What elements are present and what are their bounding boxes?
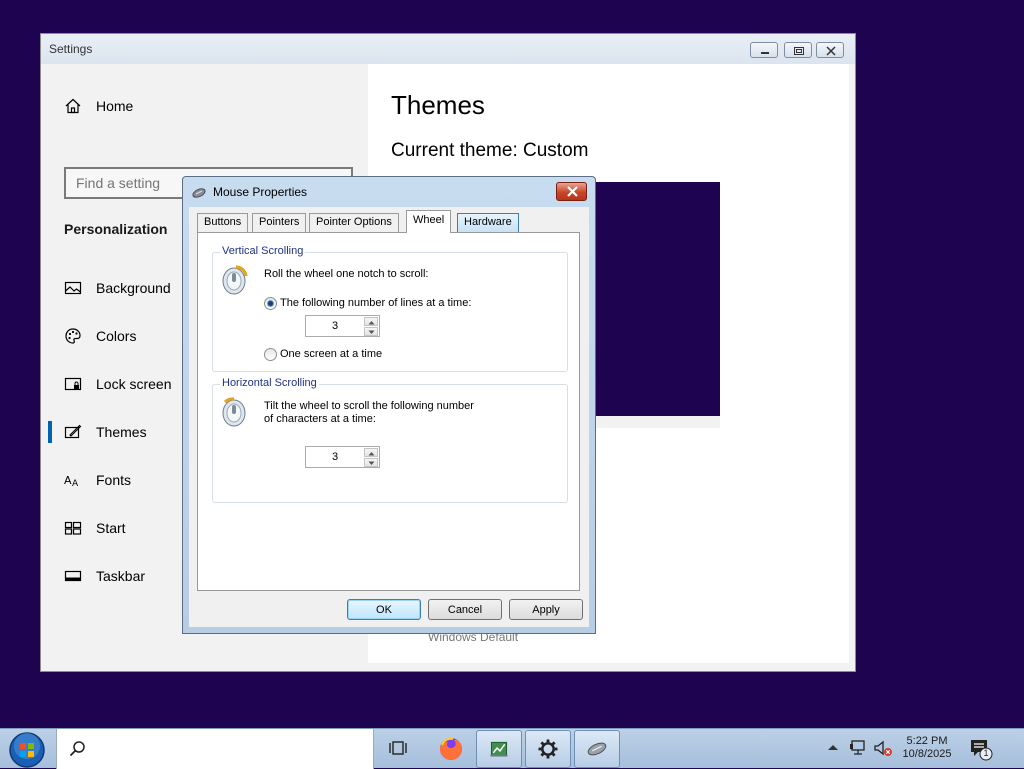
chevron-down-icon: [368, 330, 375, 334]
chars-input[interactable]: [306, 450, 364, 464]
mouse-properties-taskbar-icon[interactable]: [574, 730, 620, 768]
chart-app-icon[interactable]: [476, 730, 522, 768]
vertical-scrolling-group: Vertical Scrolling Roll the wheel one no…: [212, 245, 568, 372]
lock-screen-icon: [64, 377, 82, 391]
stepper-down-button[interactable]: [364, 327, 378, 336]
sidebar-item-fonts[interactable]: AA Fonts: [64, 468, 131, 492]
chars-stepper[interactable]: [305, 446, 380, 468]
sidebar-item-label: Themes: [96, 424, 147, 440]
theme-preview-taskbar: [590, 416, 720, 428]
ok-button[interactable]: OK: [347, 599, 421, 620]
chevron-up-icon[interactable]: [827, 743, 839, 753]
svg-text:A: A: [64, 474, 72, 487]
tab-pointer-options[interactable]: Pointer Options: [309, 213, 399, 232]
lines-stepper[interactable]: [305, 315, 380, 337]
theme-preview: [590, 182, 720, 416]
taskbar-icon: [64, 570, 82, 582]
start-button[interactable]: [6, 731, 48, 769]
themes-icon: [64, 424, 82, 439]
fonts-icon: AA: [64, 474, 79, 489]
cancel-button[interactable]: Cancel: [428, 599, 502, 620]
settings-gear-icon[interactable]: [525, 730, 571, 768]
tab-wheel[interactable]: Wheel: [406, 210, 452, 233]
notification-badge: 1: [983, 748, 989, 758]
sidebar-item-label: Background: [96, 280, 171, 296]
minimize-icon: [761, 52, 769, 54]
horizontal-scrolling-group: Horizontal Scrolling Tilt the wheel to s…: [212, 377, 568, 503]
maximize-button[interactable]: [784, 42, 812, 58]
home-icon: [65, 98, 81, 114]
lines-radio-label[interactable]: The following number of lines at a time:: [280, 297, 471, 309]
window-title: Settings: [49, 42, 93, 56]
firefox-icon[interactable]: [428, 730, 474, 768]
mouse-tilt-wheel-icon: [222, 397, 246, 427]
mouse-wheel-icon: [222, 265, 248, 295]
chevron-down-icon: [368, 461, 375, 465]
taskbar-search-box[interactable]: [56, 729, 374, 769]
tray-clock[interactable]: 5:22 PM 10/8/2025: [896, 735, 958, 761]
wheel-tab-panel: Vertical Scrolling Roll the wheel one no…: [197, 232, 580, 591]
close-icon: [567, 186, 578, 197]
taskbar: 5:22 PM 10/8/2025 1: [0, 728, 1024, 769]
dialog-close-button[interactable]: [556, 182, 587, 201]
page-title: Themes: [391, 90, 485, 120]
network-icon[interactable]: [849, 739, 869, 757]
sidebar-item-themes[interactable]: Themes: [48, 420, 147, 444]
sidebar-item-colors[interactable]: Colors: [64, 324, 136, 348]
close-icon: [826, 46, 836, 56]
clock-time: 5:22 PM: [906, 735, 948, 747]
settings-titlebar[interactable]: Settings: [41, 34, 855, 64]
volume-muted-icon[interactable]: [873, 739, 893, 757]
sidebar-item-lock-screen[interactable]: Lock screen: [64, 372, 171, 396]
sidebar-item-label: Start: [96, 520, 126, 536]
horizontal-scroll-text-line1: Tilt the wheel to scroll the following n…: [264, 400, 474, 412]
minimize-button[interactable]: [750, 42, 778, 58]
group-label: Vertical Scrolling: [220, 245, 306, 257]
chevron-up-icon: [368, 452, 375, 456]
tab-pointers[interactable]: Pointers: [252, 213, 307, 232]
picture-icon: [64, 281, 82, 295]
one-screen-radio[interactable]: [264, 348, 277, 361]
one-screen-radio-label[interactable]: One screen at a time: [280, 348, 382, 360]
section-heading: Personalization: [64, 221, 168, 237]
sidebar-item-label: Fonts: [96, 472, 132, 488]
mouse-properties-dialog: Mouse Properties Buttons Pointers Pointe…: [182, 176, 596, 634]
lines-radio[interactable]: [264, 297, 277, 310]
dialog-body: Buttons Pointers Pointer Options Wheel H…: [189, 207, 589, 627]
palette-icon: [65, 328, 81, 344]
vertical-scroll-text: Roll the wheel one notch to scroll:: [264, 268, 429, 280]
dialog-title: Mouse Properties: [213, 185, 308, 199]
sidebar-item-label: Taskbar: [96, 568, 146, 584]
clock-date: 10/8/2025: [902, 748, 952, 760]
current-theme-label: Current theme: Custom: [391, 140, 589, 161]
tab-hardware[interactable]: Hardware: [457, 213, 519, 232]
tab-buttons[interactable]: Buttons: [197, 213, 249, 232]
sidebar-item-label: Lock screen: [96, 376, 172, 392]
chevron-up-icon: [368, 321, 375, 325]
sidebar-item-taskbar[interactable]: Taskbar: [64, 564, 145, 588]
search-icon: [69, 741, 85, 757]
stepper-up-button[interactable]: [364, 448, 378, 457]
sidebar-item-start[interactable]: Start: [64, 516, 126, 540]
svg-text:A: A: [72, 479, 79, 489]
nav-home-label: Home: [96, 98, 134, 114]
lines-input[interactable]: [306, 319, 364, 333]
start-icon: [64, 521, 82, 535]
stepper-down-button[interactable]: [364, 458, 378, 467]
horizontal-scroll-text-line2: of characters at a time:: [264, 413, 376, 425]
task-view-icon[interactable]: [376, 730, 422, 768]
restore-icon: [794, 47, 804, 55]
nav-home[interactable]: Home: [64, 94, 133, 118]
sidebar-item-background[interactable]: Background: [64, 276, 171, 300]
stepper-up-button[interactable]: [364, 317, 378, 326]
mouse-icon: [192, 188, 206, 198]
close-button[interactable]: [816, 42, 844, 58]
sidebar-item-label: Colors: [96, 328, 137, 344]
apply-button[interactable]: Apply: [509, 599, 583, 620]
dialog-titlebar[interactable]: Mouse Properties: [183, 177, 595, 207]
group-label: Horizontal Scrolling: [220, 377, 319, 389]
